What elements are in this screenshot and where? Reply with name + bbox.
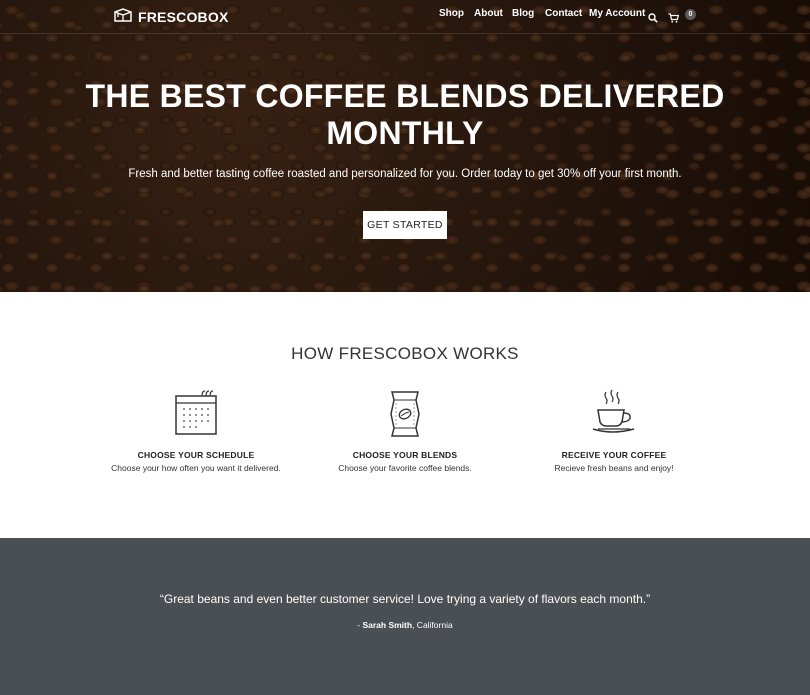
top-navigation: FRESCOBOX Shop About Blog Contact My Acc… xyxy=(0,0,810,34)
hero-section: FRESCOBOX Shop About Blog Contact My Acc… xyxy=(0,0,810,292)
coffee-cup-icon xyxy=(504,388,724,440)
nav-item-shop[interactable]: Shop xyxy=(439,8,464,19)
cart-icon[interactable] xyxy=(668,10,680,28)
hero-title-line-2: MONTHLY xyxy=(326,115,484,151)
step-description: Choose your how often you want it delive… xyxy=(111,463,281,473)
nav-item-contact[interactable]: Contact xyxy=(545,8,582,19)
calendar-icon xyxy=(86,388,306,440)
get-started-button[interactable]: GET STARTED xyxy=(363,211,447,239)
main-nav: Shop About Blog Contact My Account 0 xyxy=(0,8,810,26)
step-description: Choose your favorite coffee blends. xyxy=(338,463,472,473)
step-description: Recieve fresh beans and enjoy! xyxy=(554,463,674,473)
step-receive: RECEIVE YOUR COFFEE Recieve fresh beans … xyxy=(504,388,724,473)
hero-title: THE BEST COFFEE BLENDS DELIVERED MONTHLY xyxy=(0,78,810,152)
testimonial-citation: - Sarah Smith, California xyxy=(0,620,810,630)
step-schedule: CHOOSE YOUR SCHEDULE Choose your how oft… xyxy=(86,388,306,473)
step-title: CHOOSE YOUR SCHEDULE xyxy=(137,450,255,460)
testimonial-quote: “Great beans and even better customer se… xyxy=(159,592,651,606)
hero-title-line-1: THE BEST COFFEE BLENDS DELIVERED xyxy=(85,78,725,114)
hero-subtitle: Fresh and better tasting coffee roasted … xyxy=(128,168,682,180)
coffee-bag-icon xyxy=(295,388,515,440)
testimonial-author: Sarah Smith xyxy=(362,620,413,630)
step-blends: CHOOSE YOUR BLENDS Choose your favorite … xyxy=(295,388,515,473)
testimonial-section: “Great beans and even better customer se… xyxy=(0,538,810,695)
nav-item-my-account[interactable]: My Account xyxy=(589,8,645,19)
search-icon[interactable] xyxy=(648,10,658,28)
how-it-works-title: HOW FRESCOBOX WORKS xyxy=(291,344,519,363)
step-title: RECEIVE YOUR COFFEE xyxy=(561,450,667,460)
nav-item-blog[interactable]: Blog xyxy=(512,8,534,19)
testimonial-location: , California xyxy=(412,620,453,630)
step-title: CHOOSE YOUR BLENDS xyxy=(352,450,458,460)
nav-item-about[interactable]: About xyxy=(474,8,503,19)
cart-count-badge: 0 xyxy=(685,9,696,20)
